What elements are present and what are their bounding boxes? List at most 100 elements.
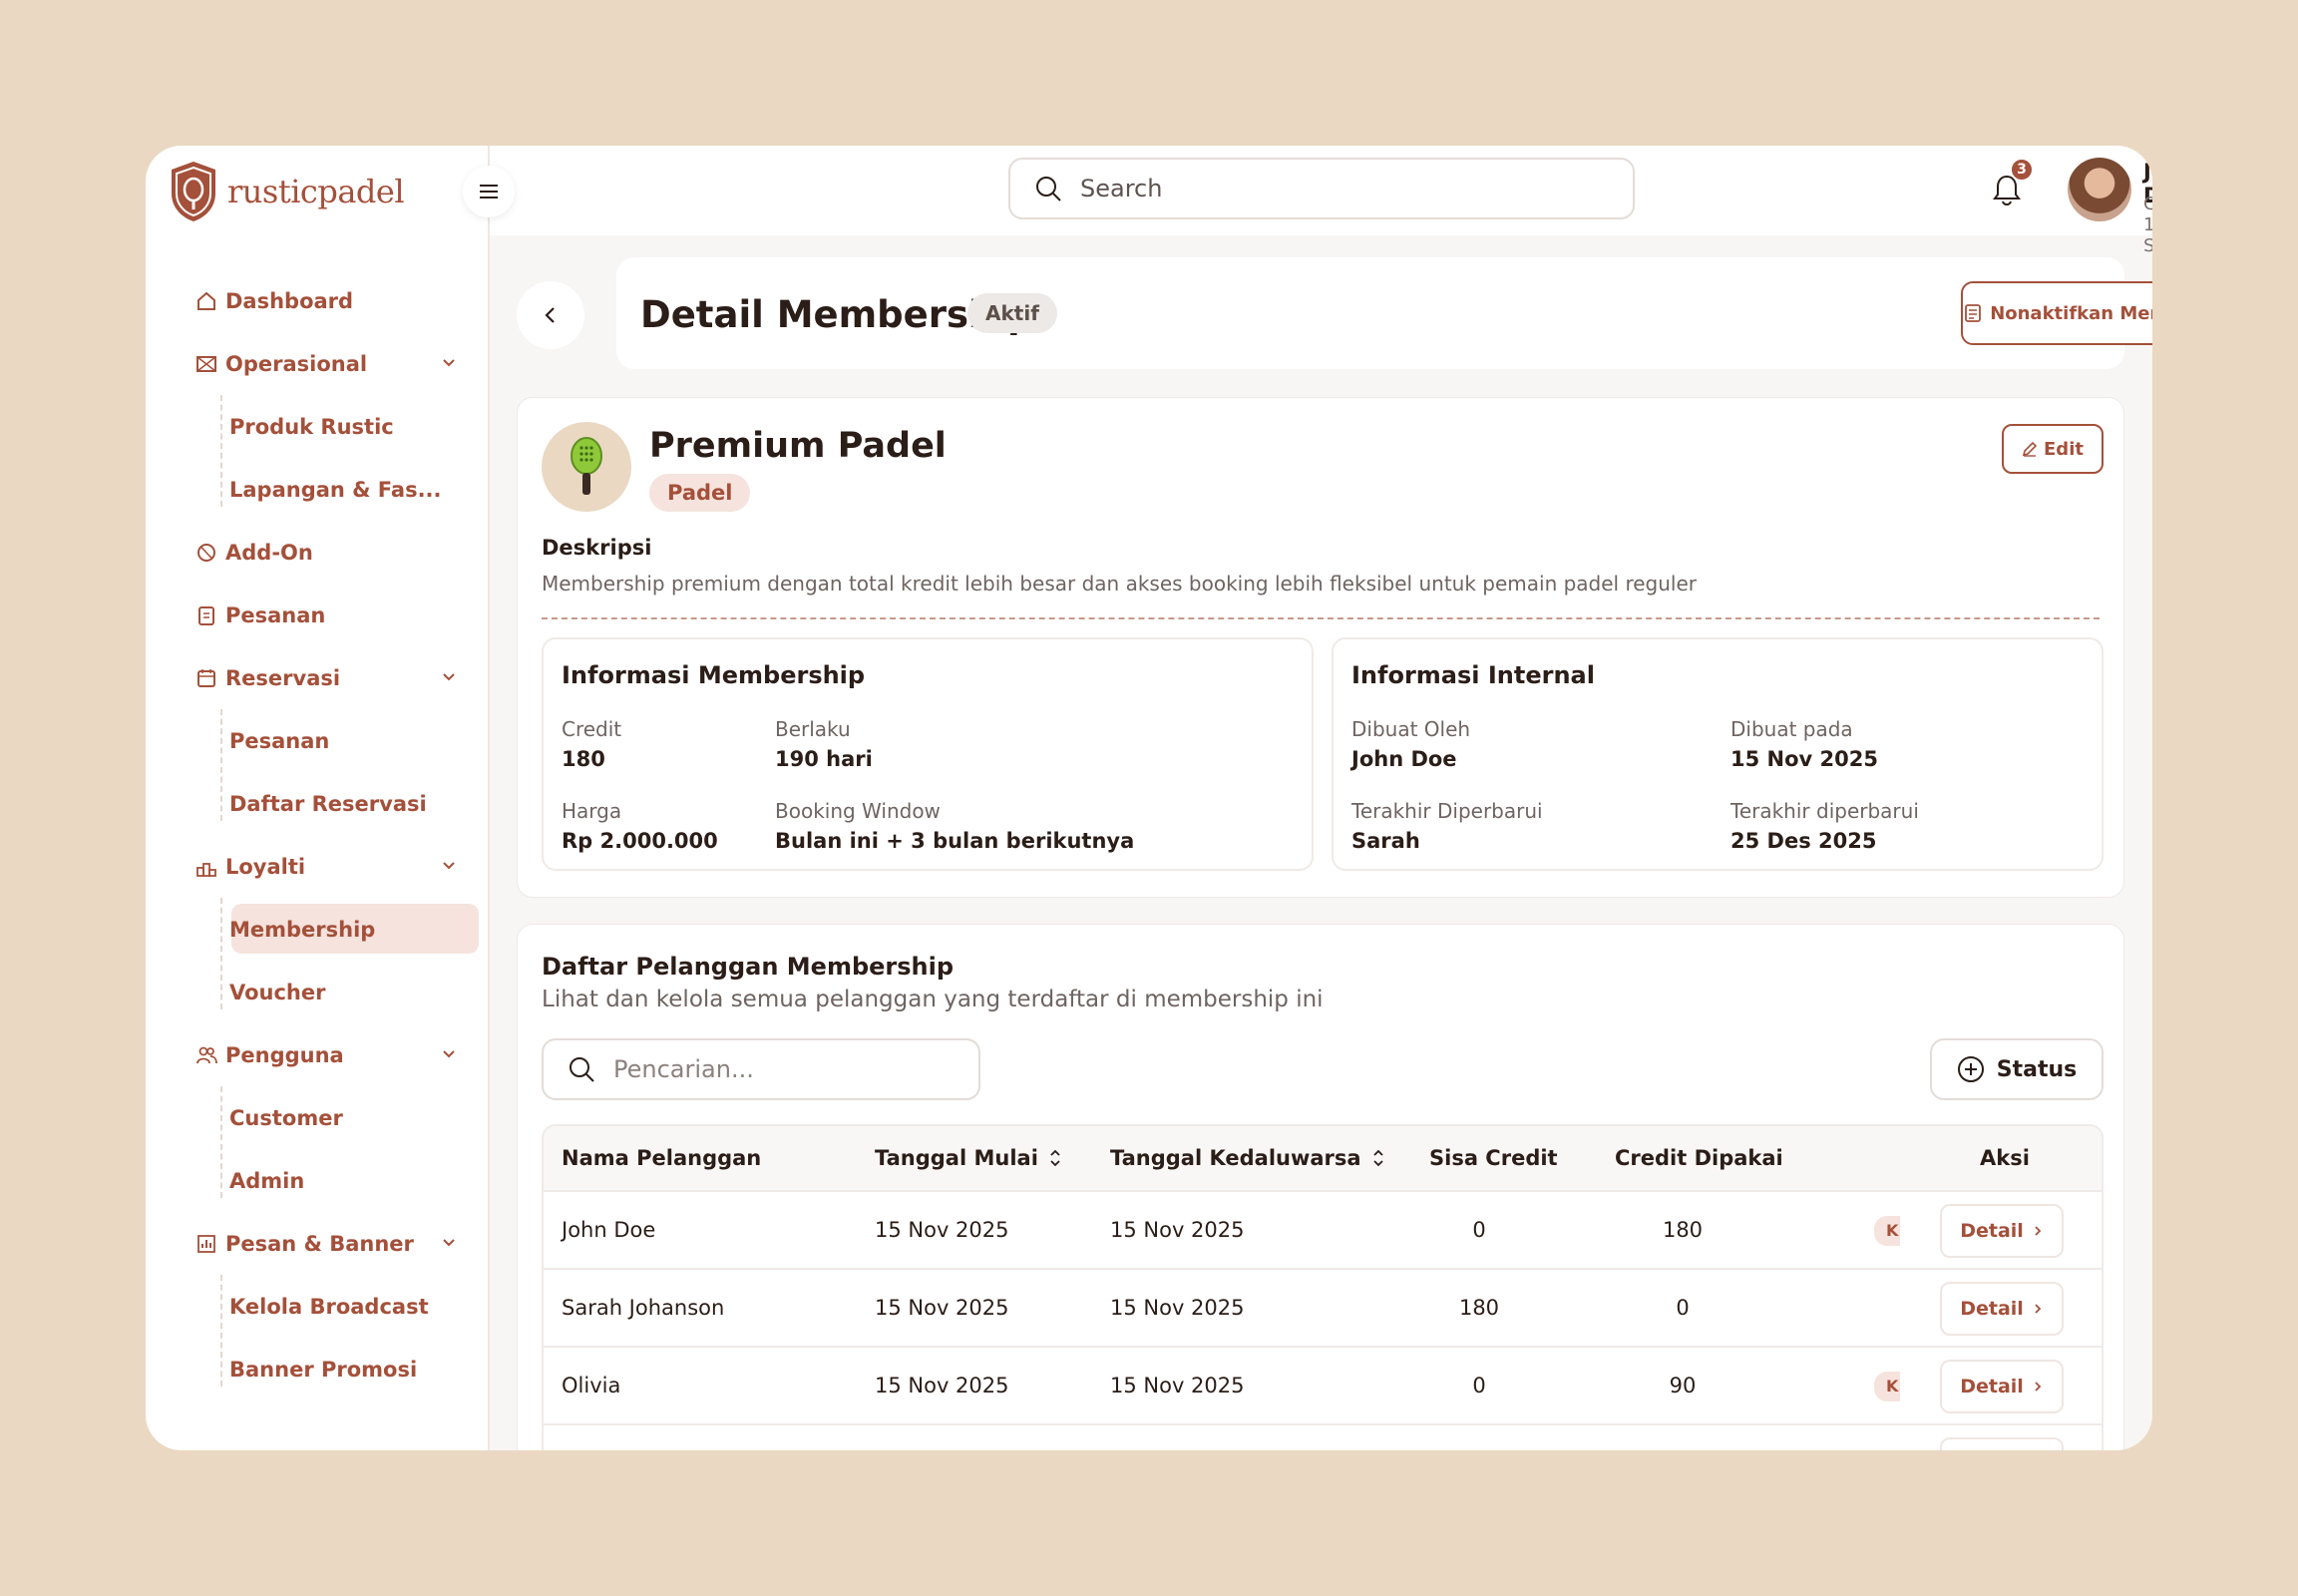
detail-button[interactable]	[1940, 1437, 2064, 1450]
sidebar-item-label: Produk Rustic	[229, 414, 394, 439]
cell-name: Olivia	[562, 1374, 621, 1397]
customer-search-placeholder: Pencarian...	[613, 1055, 754, 1083]
col-header-action: Aksi	[1980, 1146, 2030, 1170]
sidebar-item-kelola-broadcast[interactable]: Kelola Broadcast	[195, 1275, 475, 1338]
avatar[interactable]	[2068, 158, 2131, 221]
sort-icon	[1372, 1149, 1383, 1167]
sidebar-item-pesanan[interactable]: Pesanan	[195, 584, 475, 646]
document-icon	[1965, 304, 1982, 322]
sidebar-item-addon[interactable]: Add-On	[195, 521, 475, 584]
brand-name: rusticpadel	[227, 173, 405, 210]
submenu-pesan-banner: Kelola Broadcast Banner Promosi	[195, 1275, 475, 1400]
chevron-down-icon	[443, 1050, 455, 1058]
chevron-down-icon	[443, 862, 455, 870]
sidebar-item-pesan-banner[interactable]: Pesan & Banner	[195, 1212, 475, 1275]
sidebar-item-label: Kelola Broadcast	[229, 1294, 429, 1319]
edit-button[interactable]: Edit	[2002, 424, 2104, 474]
sidebar-item-label: Voucher	[229, 980, 326, 1004]
sidebar-item-label: Banner Promosi	[229, 1357, 418, 1382]
status-chip: K	[1874, 1372, 1900, 1401]
detail-button[interactable]: Detail	[1940, 1204, 2064, 1258]
table-header: Nama Pelanggan Tanggal Mulai Tanggal Ked…	[544, 1126, 2102, 1192]
sidebar-item-banner-promosi[interactable]: Banner Promosi	[195, 1338, 475, 1400]
detail-label: Detail	[1960, 1220, 2024, 1242]
cell-expiry: 15 Nov 2025	[1110, 1374, 1245, 1397]
col-header-label: Tanggal Mulai	[875, 1146, 1038, 1170]
customer-search-input[interactable]: Pencarian...	[542, 1038, 980, 1100]
sidebar-item-daftar-reservasi[interactable]: Daftar Reservasi	[195, 772, 475, 835]
col-header-start[interactable]: Tanggal Mulai	[875, 1146, 1062, 1170]
search-placeholder: Search	[1080, 175, 1163, 202]
updated-by-label: Terakhir Diperbarui	[1351, 799, 1543, 823]
page-header: Detail Membership Aktif Nonaktifkan Memb…	[616, 257, 2152, 369]
created-by-value: John Doe	[1351, 747, 1457, 771]
sidebar-item-customer[interactable]: Customer	[195, 1086, 475, 1149]
chevron-left-icon	[545, 307, 555, 323]
dashed-divider	[542, 617, 2100, 619]
sidebar-item-label: Pesanan	[225, 602, 326, 627]
berlaku-label: Berlaku	[775, 717, 851, 741]
internal-info-box: Informasi Internal Dibuat Oleh John Doe …	[1332, 637, 2104, 871]
sidebar-item-operasional[interactable]: Operasional	[195, 332, 475, 395]
col-header-remaining: Sisa Credit	[1429, 1146, 1558, 1170]
col-header-expiry[interactable]: Tanggal Kedaluwarsa	[1110, 1146, 1385, 1170]
sidebar-item-admin[interactable]: Admin	[195, 1149, 475, 1212]
submenu-pengguna: Customer Admin	[195, 1086, 475, 1212]
sidebar-item-reservasi[interactable]: Reservasi	[195, 646, 475, 709]
berlaku-value: 190 hari	[775, 747, 873, 771]
sidebar-item-reservasi-pesanan[interactable]: Pesanan	[195, 709, 475, 772]
sidebar-item-produk-rustic[interactable]: Produk Rustic	[195, 395, 475, 458]
cell-expiry: 15 Nov 2025	[1110, 1296, 1245, 1320]
status-badge: Aktif	[967, 293, 1057, 333]
booking-window-label: Booking Window	[775, 799, 941, 823]
detail-label: Detail	[1960, 1376, 2024, 1397]
cell-name: John Doe	[562, 1218, 656, 1242]
cell-name: Sarah Johanson	[562, 1296, 725, 1320]
col-header-label: Sisa Credit	[1429, 1146, 1558, 1170]
updated-at-value: 25 Des 2025	[1730, 829, 1877, 853]
chevron-right-icon	[2035, 1226, 2042, 1236]
sidebar-item-label: Membership	[229, 917, 376, 942]
sidebar-item-voucher[interactable]: Voucher	[195, 961, 475, 1023]
col-header-name: Nama Pelanggan	[562, 1146, 761, 1170]
description-label: Deskripsi	[542, 536, 652, 560]
internal-info-title: Informasi Internal	[1351, 661, 1595, 689]
status-chip-text: K	[1886, 1221, 1899, 1240]
deactivate-label: Nonaktifkan Membership	[1990, 302, 2152, 324]
status-chip: K	[1874, 1216, 1900, 1246]
credit-value: 180	[562, 747, 605, 771]
sidebar: rusticpadel Dashboard Operasional Produk…	[146, 146, 490, 1450]
clipboard-icon	[198, 605, 214, 625]
plan-name: Premium Padel	[649, 426, 947, 466]
brand[interactable]: rusticpadel	[168, 160, 405, 223]
sidebar-item-label: Pesanan	[229, 728, 330, 753]
home-icon	[197, 291, 215, 310]
detail-button[interactable]: Detail	[1940, 1360, 2064, 1413]
customers-table: Nama Pelanggan Tanggal Mulai Tanggal Ked…	[542, 1124, 2104, 1450]
back-button[interactable]	[517, 281, 584, 349]
table-row: John Doe 15 Nov 2025 15 Nov 2025 0 180 K…	[544, 1192, 2102, 1270]
detail-button[interactable]: Detail	[1940, 1282, 2064, 1336]
cell-start: 15 Nov 2025	[875, 1374, 1009, 1397]
col-header-label: Credit Dipakai	[1615, 1146, 1783, 1170]
sidebar-item-pengguna[interactable]: Pengguna	[195, 1023, 475, 1086]
status-filter-button[interactable]: Status	[1930, 1038, 2104, 1100]
created-at-value: 15 Nov 2025	[1730, 747, 1878, 771]
updated-by-value: Sarah	[1351, 829, 1420, 853]
chevron-down-icon	[443, 359, 455, 367]
customers-subtitle: Lihat dan kelola semua pelanggan yang te…	[542, 987, 1324, 1012]
cell-start: 15 Nov 2025	[875, 1218, 1009, 1242]
menu-toggle-button[interactable]	[463, 166, 515, 217]
sidebar-item-membership[interactable]: Membership	[195, 898, 479, 961]
created-by-label: Dibuat Oleh	[1351, 717, 1471, 741]
search-input[interactable]: Search	[1008, 158, 1635, 219]
sidebar-item-lapangan[interactable]: Lapangan & Fas...	[195, 458, 475, 521]
sidebar-item-label: Operasional	[225, 351, 368, 376]
cell-used: 180	[1662, 1218, 1704, 1242]
sidebar-item-loyalti[interactable]: Loyalti	[195, 835, 475, 898]
sidebar-item-dashboard[interactable]: Dashboard	[195, 269, 475, 332]
sidebar-item-label: Pengguna	[225, 1042, 344, 1067]
col-header-label: Aksi	[1980, 1146, 2030, 1170]
sidebar-item-label: Loyalti	[225, 854, 306, 879]
deactivate-membership-button[interactable]: Nonaktifkan Membership	[1961, 281, 2152, 345]
